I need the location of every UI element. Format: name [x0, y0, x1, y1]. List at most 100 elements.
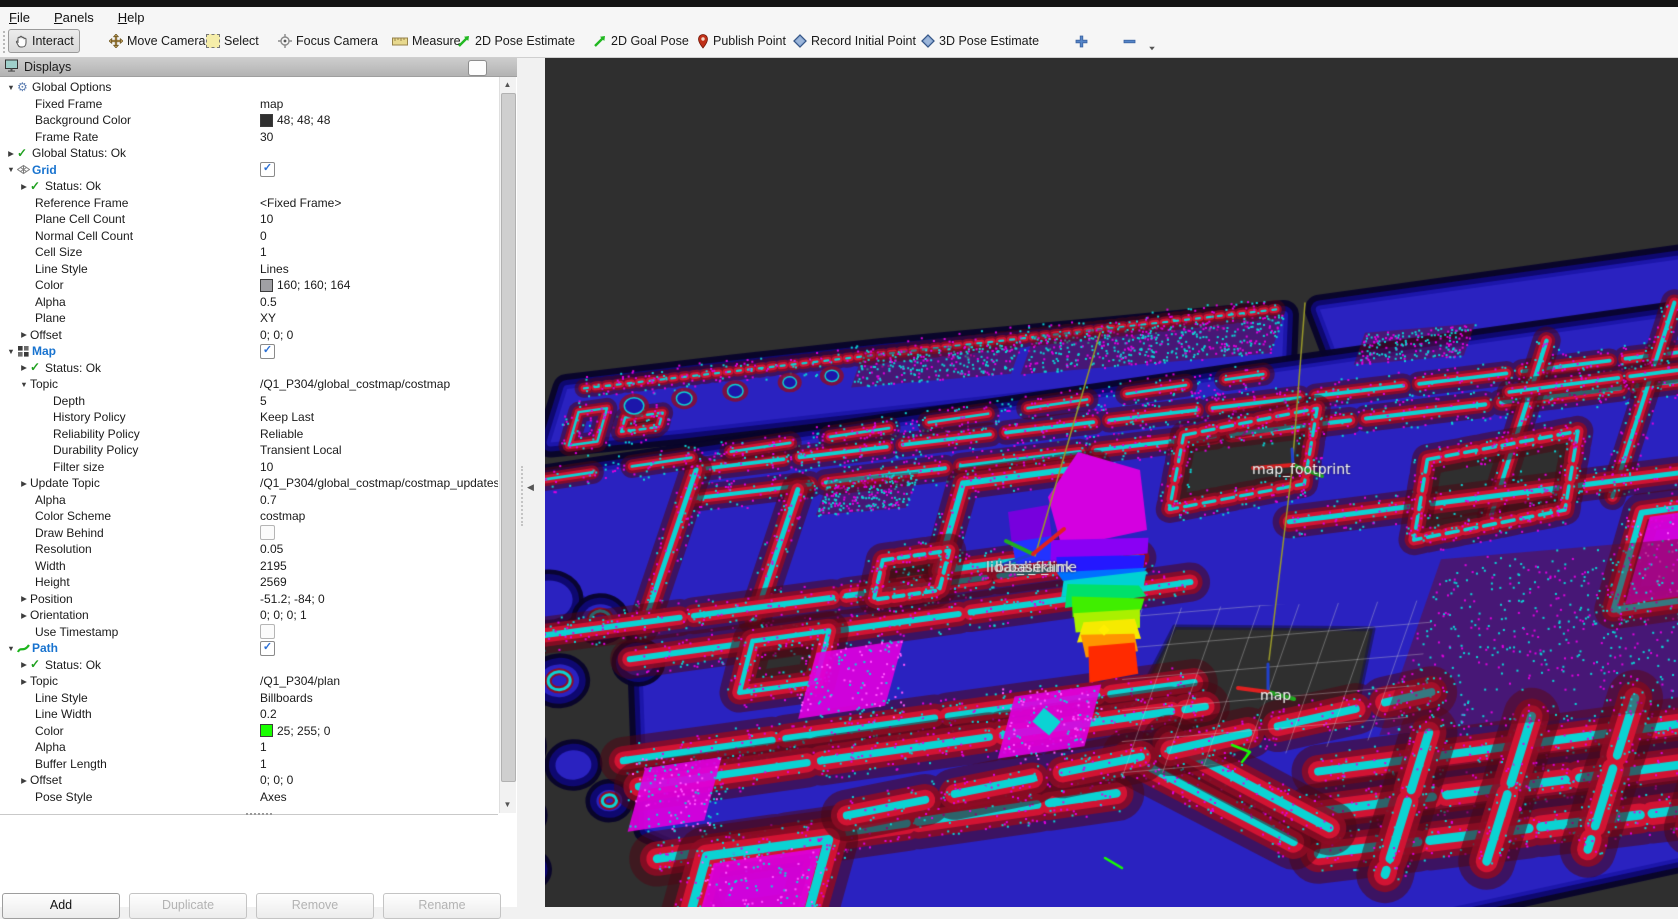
- toolbar-overflow-caret-icon[interactable]: [1149, 46, 1155, 51]
- tree-row-color-scheme[interactable]: Color Scheme costmap: [0, 508, 498, 525]
- tree-row-line-style[interactable]: Line Style Lines: [0, 261, 498, 278]
- property-value[interactable]: 0.5: [260, 295, 277, 309]
- checkbox-unchecked[interactable]: [260, 525, 275, 541]
- 3d-viewport[interactable]: [545, 58, 1678, 907]
- collapsed-arrow-icon[interactable]: ▶: [18, 479, 30, 488]
- tree-row-offset[interactable]: ▶ Offset 0; 0; 0: [0, 772, 498, 789]
- tree-row-global-status-ok[interactable]: ▶ ✓ Global Status: Ok: [0, 145, 498, 162]
- property-value[interactable]: Lines: [260, 262, 289, 276]
- scroll-down-icon[interactable]: ▼: [500, 797, 515, 812]
- property-value[interactable]: 2569: [260, 575, 287, 589]
- property-value[interactable]: 48; 48; 48: [260, 113, 330, 127]
- tree-row-color[interactable]: Color 160; 160; 164: [0, 277, 498, 294]
- property-value[interactable]: Billboards: [260, 691, 313, 705]
- tool-select[interactable]: Select: [201, 30, 264, 52]
- tree-row-pose-style[interactable]: Pose Style Axes: [0, 789, 498, 806]
- tree-row-normal-cell-count[interactable]: Normal Cell Count 0: [0, 228, 498, 245]
- tree-row-frame-rate[interactable]: Frame Rate 30: [0, 129, 498, 146]
- collapsed-arrow-icon[interactable]: ▶: [18, 776, 30, 785]
- tree-row-offset[interactable]: ▶ Offset 0; 0; 0: [0, 327, 498, 344]
- tree-row-height[interactable]: Height 2569: [0, 574, 498, 591]
- tree-row-orientation[interactable]: ▶ Orientation 0; 0; 0; 1: [0, 607, 498, 624]
- tree-row-durability-policy[interactable]: Durability Policy Transient Local: [0, 442, 498, 459]
- panel-float-button[interactable]: [468, 60, 487, 76]
- property-value[interactable]: 160; 160; 164: [260, 278, 350, 292]
- property-value[interactable]: /Q1_P304/global_costmap/costmap_updates: [260, 476, 498, 490]
- tree-row-resolution[interactable]: Resolution 0.05: [0, 541, 498, 558]
- property-value[interactable]: 0.7: [260, 493, 277, 507]
- property-value[interactable]: 10: [260, 460, 273, 474]
- collapsed-arrow-icon[interactable]: ▶: [18, 363, 30, 372]
- property-value[interactable]: 25; 255; 0: [260, 724, 330, 738]
- tool-2d-goal-pose[interactable]: 2D Goal Pose: [588, 30, 694, 52]
- property-value[interactable]: -51.2; -84; 0: [260, 592, 325, 606]
- tree-row-position[interactable]: ▶ Position -51.2; -84; 0: [0, 591, 498, 608]
- tool-2d-pose-estimate[interactable]: 2D Pose Estimate: [452, 30, 580, 52]
- tree-row-line-style[interactable]: Line Style Billboards: [0, 690, 498, 707]
- expanded-arrow-icon[interactable]: ▼: [5, 644, 17, 653]
- tree-row-plane-cell-count[interactable]: Plane Cell Count 10: [0, 211, 498, 228]
- expanded-arrow-icon[interactable]: ▼: [5, 347, 17, 356]
- property-value[interactable]: 0.2: [260, 707, 277, 721]
- tree-resize-handle[interactable]: [246, 813, 272, 819]
- scroll-up-icon[interactable]: ▲: [500, 77, 515, 92]
- tree-row-path[interactable]: ▼ Path ✓: [0, 640, 498, 657]
- property-value[interactable]: /Q1_P304/global_costmap/costmap: [260, 377, 450, 391]
- property-value[interactable]: 0.05: [260, 542, 283, 556]
- property-value[interactable]: ✓: [260, 343, 275, 359]
- tool-focus-camera[interactable]: Focus Camera: [273, 30, 383, 52]
- tree-row-filter-size[interactable]: Filter size 10: [0, 459, 498, 476]
- tree-row-alpha[interactable]: Alpha 1: [0, 739, 498, 756]
- collapsed-arrow-icon[interactable]: ▶: [18, 330, 30, 339]
- property-value[interactable]: ✓: [260, 162, 275, 178]
- expanded-arrow-icon[interactable]: ▼: [18, 380, 30, 389]
- property-value[interactable]: map: [260, 97, 283, 111]
- tree-row-grid[interactable]: ▼ Grid ✓: [0, 162, 498, 179]
- property-value[interactable]: 1: [260, 757, 267, 771]
- property-value[interactable]: [260, 525, 275, 541]
- tree-row-buffer-length[interactable]: Buffer Length 1: [0, 756, 498, 773]
- tree-row-use-timestamp[interactable]: Use Timestamp: [0, 624, 498, 641]
- tool-record-initial-point[interactable]: Record Initial Point: [788, 30, 921, 52]
- checkbox-unchecked[interactable]: [260, 624, 275, 640]
- tree-row-width[interactable]: Width 2195: [0, 558, 498, 575]
- tree-row-alpha[interactable]: Alpha 0.5: [0, 294, 498, 311]
- property-value[interactable]: Keep Last: [260, 410, 314, 424]
- collapsed-arrow-icon[interactable]: ▶: [18, 660, 30, 669]
- panel-splitter[interactable]: ◀: [517, 58, 545, 907]
- tree-row-background-color[interactable]: Background Color 48; 48; 48: [0, 112, 498, 129]
- property-value[interactable]: 2195: [260, 559, 287, 573]
- property-value[interactable]: costmap: [260, 509, 305, 523]
- tree-row-draw-behind[interactable]: Draw Behind: [0, 525, 498, 542]
- tree-row-cell-size[interactable]: Cell Size 1: [0, 244, 498, 261]
- tree-row-topic[interactable]: ▶ Topic/Q1_P304/plan: [0, 673, 498, 690]
- property-value[interactable]: /Q1_P304/plan: [260, 674, 340, 688]
- tree-row-fixed-frame[interactable]: Fixed Frame map: [0, 96, 498, 113]
- tool-3d-pose-estimate[interactable]: 3D Pose Estimate: [916, 30, 1044, 52]
- property-value[interactable]: Axes: [260, 790, 287, 804]
- checkbox-checked[interactable]: ✓: [260, 162, 275, 178]
- tree-row-topic[interactable]: ▼ Topic/Q1_P304/global_costmap/costmap: [0, 376, 498, 393]
- add-button[interactable]: Add: [2, 893, 120, 919]
- tree-row-global-options[interactable]: ▼ ⚙ Global Options: [0, 79, 498, 96]
- property-value[interactable]: 0: [260, 229, 267, 243]
- tree-row-reliability-policy[interactable]: Reliability Policy Reliable: [0, 426, 498, 443]
- property-value[interactable]: 0; 0; 0; 1: [260, 608, 307, 622]
- property-value[interactable]: Transient Local: [260, 443, 342, 457]
- tree-row-color[interactable]: Color 25; 255; 0: [0, 723, 498, 740]
- tree-scrollbar[interactable]: ▲ ▼: [499, 77, 516, 813]
- tree-row-status-ok[interactable]: ▶ ✓ Status: Ok: [0, 657, 498, 674]
- collapsed-arrow-icon[interactable]: ▶: [18, 611, 30, 620]
- property-value[interactable]: 10: [260, 212, 273, 226]
- tree-row-line-width[interactable]: Line Width 0.2: [0, 706, 498, 723]
- collapsed-arrow-icon[interactable]: ▶: [5, 149, 17, 158]
- property-value[interactable]: [260, 624, 275, 640]
- tree-row-status-ok[interactable]: ▶ ✓ Status: Ok: [0, 360, 498, 377]
- property-value[interactable]: 0; 0; 0: [260, 328, 293, 342]
- property-value[interactable]: 30: [260, 130, 273, 144]
- tool-publish-point[interactable]: Publish Point: [692, 30, 791, 52]
- property-value[interactable]: XY: [260, 311, 276, 325]
- scrollbar-thumb[interactable]: [501, 93, 516, 782]
- tree-row-alpha[interactable]: Alpha 0.7: [0, 492, 498, 509]
- menu-item-help[interactable]: Help: [118, 10, 145, 25]
